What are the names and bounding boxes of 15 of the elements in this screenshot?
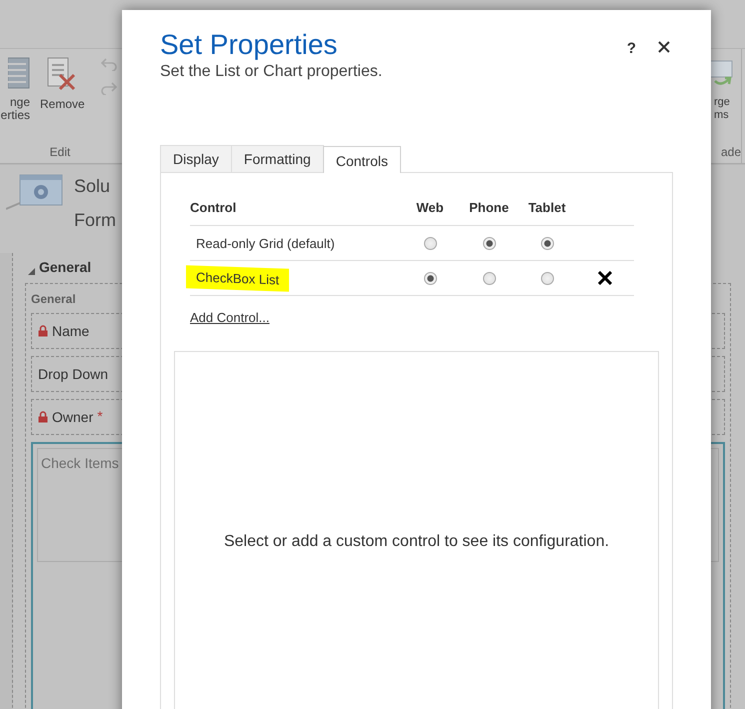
column-header: Phone: [460, 189, 518, 226]
dialog-subtitle: Set the List or Chart properties.: [160, 63, 384, 81]
column-header: Tablet: [518, 189, 576, 226]
section-label: General: [31, 292, 77, 306]
group-label: ade: [720, 145, 741, 159]
form-title: Form: [74, 209, 116, 231]
solution-title: Solu: [74, 175, 112, 197]
control-name: CheckBox List: [186, 264, 290, 292]
control-name: Read-only Grid (default): [195, 234, 336, 253]
column-header: Control: [190, 189, 400, 226]
required-mark: *: [97, 408, 103, 424]
empty-message: Select or add a custom control to see its configuration.: [224, 533, 610, 551]
group-label: Edit: [48, 145, 72, 159]
dialog-title: Set Properties: [160, 30, 338, 60]
column-header: Web: [400, 189, 460, 226]
